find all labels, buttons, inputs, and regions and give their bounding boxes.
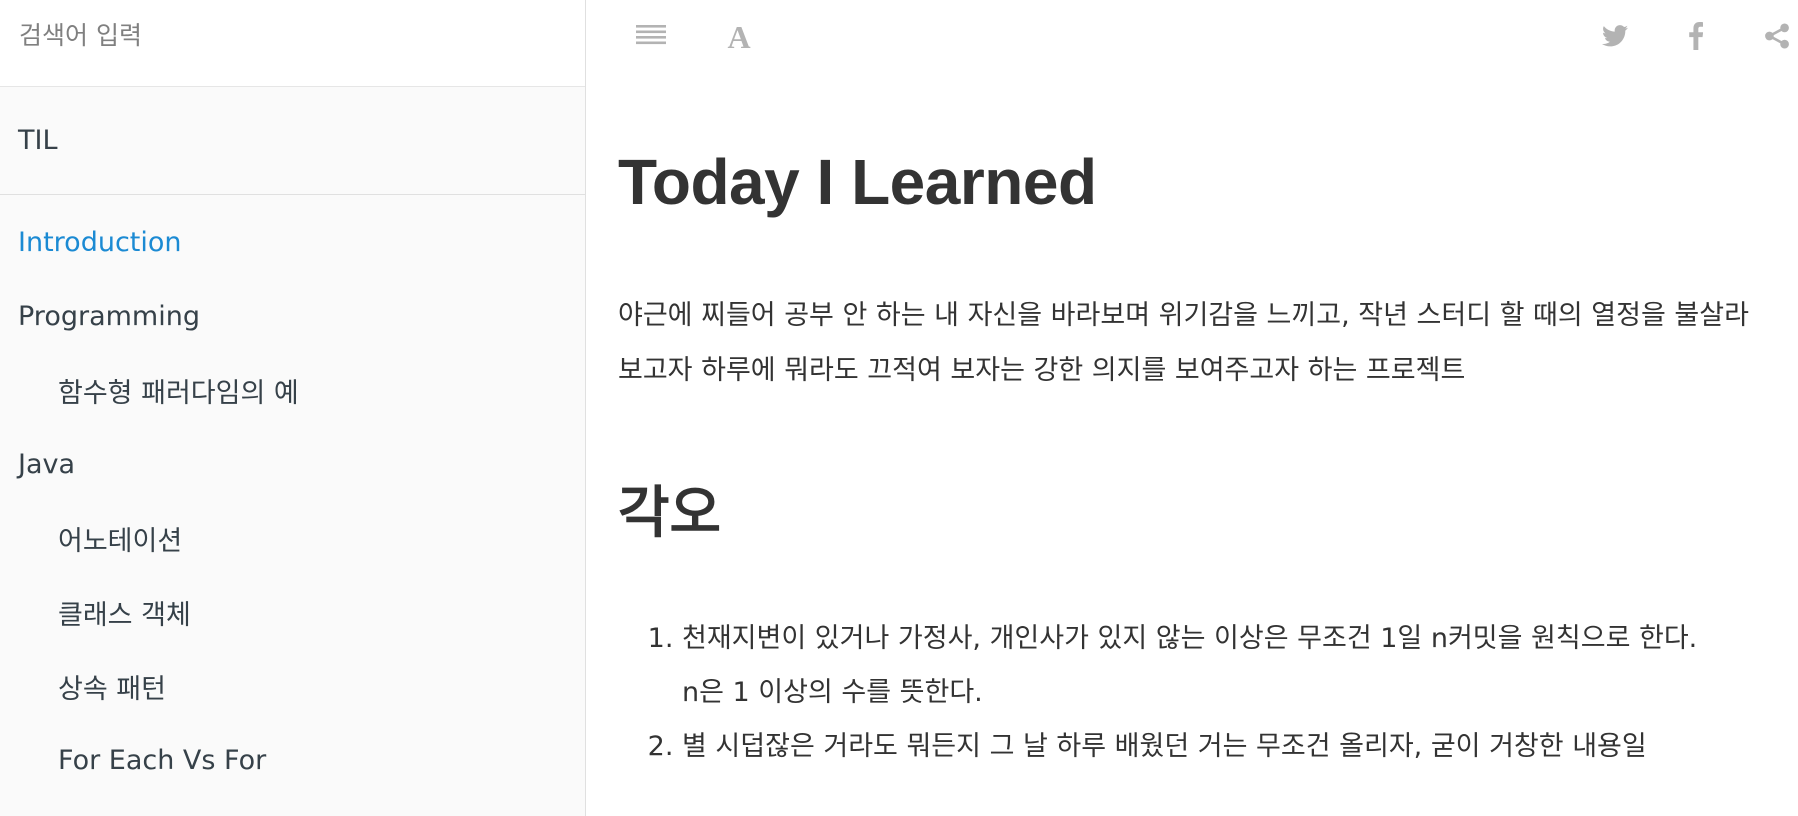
page-content: Today I Learned 야근에 찌들어 공부 안 하는 내 자신을 바라…	[618, 140, 1778, 774]
list-item: 별 시덥잖은 거라도 뭐든지 그 날 하루 배웠던 거는 무조건 올리자, 굳이…	[682, 720, 1778, 774]
search-box	[0, 0, 585, 87]
nav-item-programming[interactable]: Programming	[0, 279, 585, 353]
list-item-note: n은 1 이상의 수를 뜻한다.	[682, 677, 983, 708]
book-title[interactable]: TIL	[0, 87, 585, 195]
list-item: 천재지변이 있거나 가정사, 개인사가 있지 않는 이상은 무조건 1일 n커밋…	[682, 612, 1778, 720]
main-content: A Today I Learned 야근에 찌들어 공부 안 하는 내 자신을 …	[586, 0, 1798, 816]
nav-item-introduction[interactable]: Introduction	[0, 205, 585, 279]
share-icon[interactable]	[1758, 18, 1796, 54]
summary-nav: Introduction Programming 함수형 패러다임의 예 Jav…	[0, 205, 585, 797]
nav-item-inheritance-pattern[interactable]: 상속 패턴	[0, 649, 585, 723]
sidebar: TIL Introduction Programming 함수형 패러다임의 예…	[0, 0, 586, 816]
section-heading: 각오	[618, 481, 722, 546]
page-title: Today I Learned	[618, 146, 1097, 218]
intro-paragraph: 야근에 찌들어 공부 안 하는 내 자신을 바라보며 위기감을 느끼고, 작년 …	[618, 300, 1749, 386]
twitter-icon[interactable]	[1596, 18, 1634, 54]
svg-text:A: A	[727, 21, 750, 51]
nav-item-functional-paradigm[interactable]: 함수형 패러다임의 예	[0, 353, 585, 427]
nav-item-class-object[interactable]: 클래스 객체	[0, 575, 585, 649]
search-input[interactable]	[17, 19, 568, 51]
list-item-text: 별 시덥잖은 거라도 뭐든지 그 날 하루 배웠던 거는 무조건 올리자, 굳이…	[682, 731, 1647, 762]
list-item-text: 천재지변이 있거나 가정사, 개인사가 있지 않는 이상은 무조건 1일 n커밋…	[682, 623, 1698, 654]
resolution-list: 천재지변이 있거나 가정사, 개인사가 있지 않는 이상은 무조건 1일 n커밋…	[618, 612, 1778, 774]
nav-item-java[interactable]: Java	[0, 427, 585, 501]
nav-item-foreach-vs-for[interactable]: For Each Vs For	[0, 723, 585, 797]
facebook-icon[interactable]	[1677, 18, 1715, 54]
font-settings-icon[interactable]: A	[720, 18, 758, 54]
nav-item-annotation[interactable]: 어노테이션	[0, 501, 585, 575]
toolbar: A	[586, 0, 1798, 72]
menu-lines-icon[interactable]	[632, 18, 670, 54]
